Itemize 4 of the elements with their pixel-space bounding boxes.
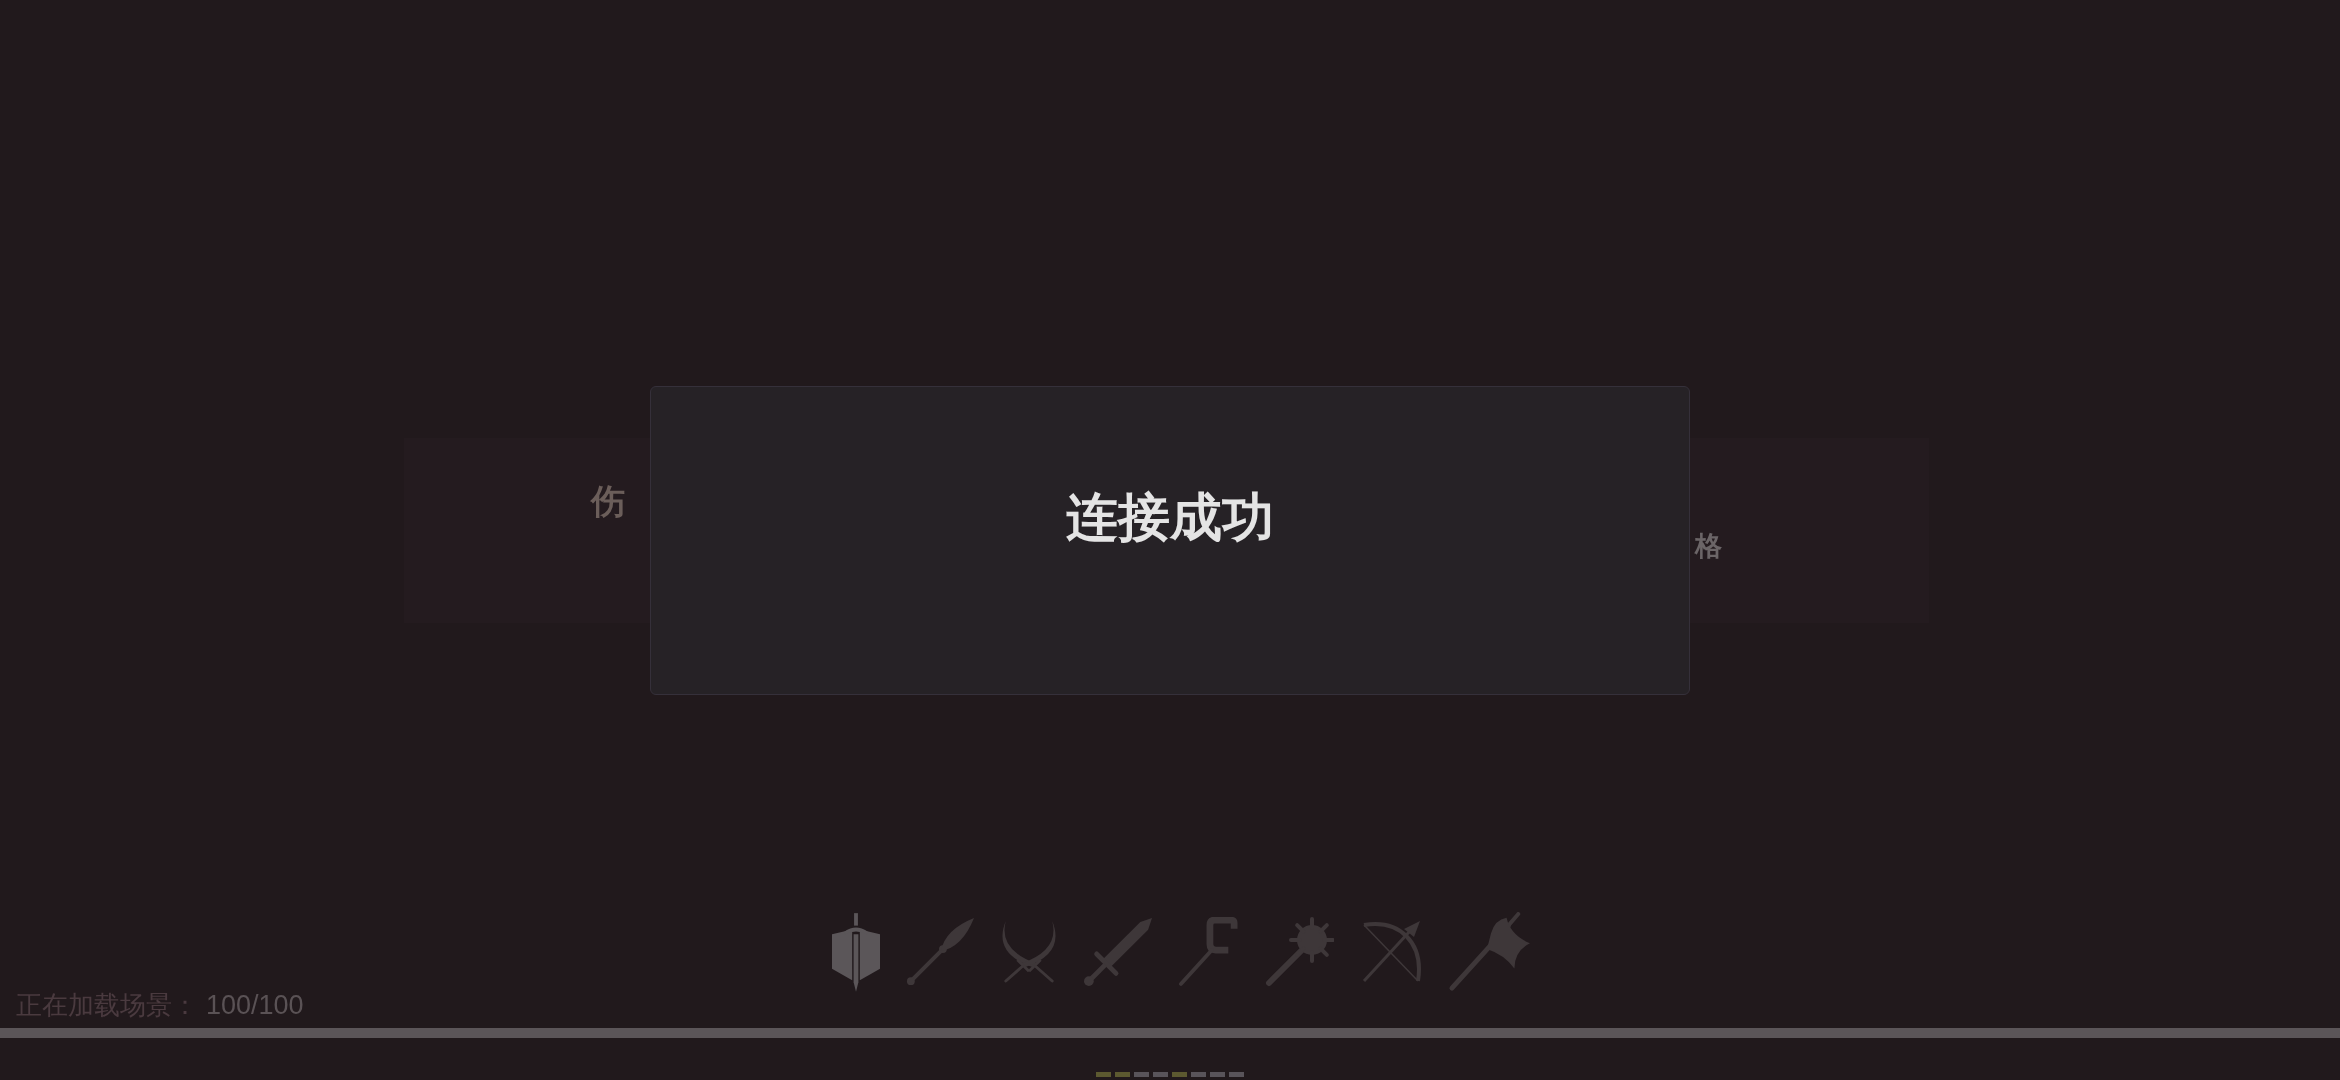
dialog-title: 连接成功 [1066,487,1274,548]
card-label: 伤 [591,482,625,522]
loading-count: 100/100 [206,989,304,1022]
card-label: 格 [1695,530,1722,563]
